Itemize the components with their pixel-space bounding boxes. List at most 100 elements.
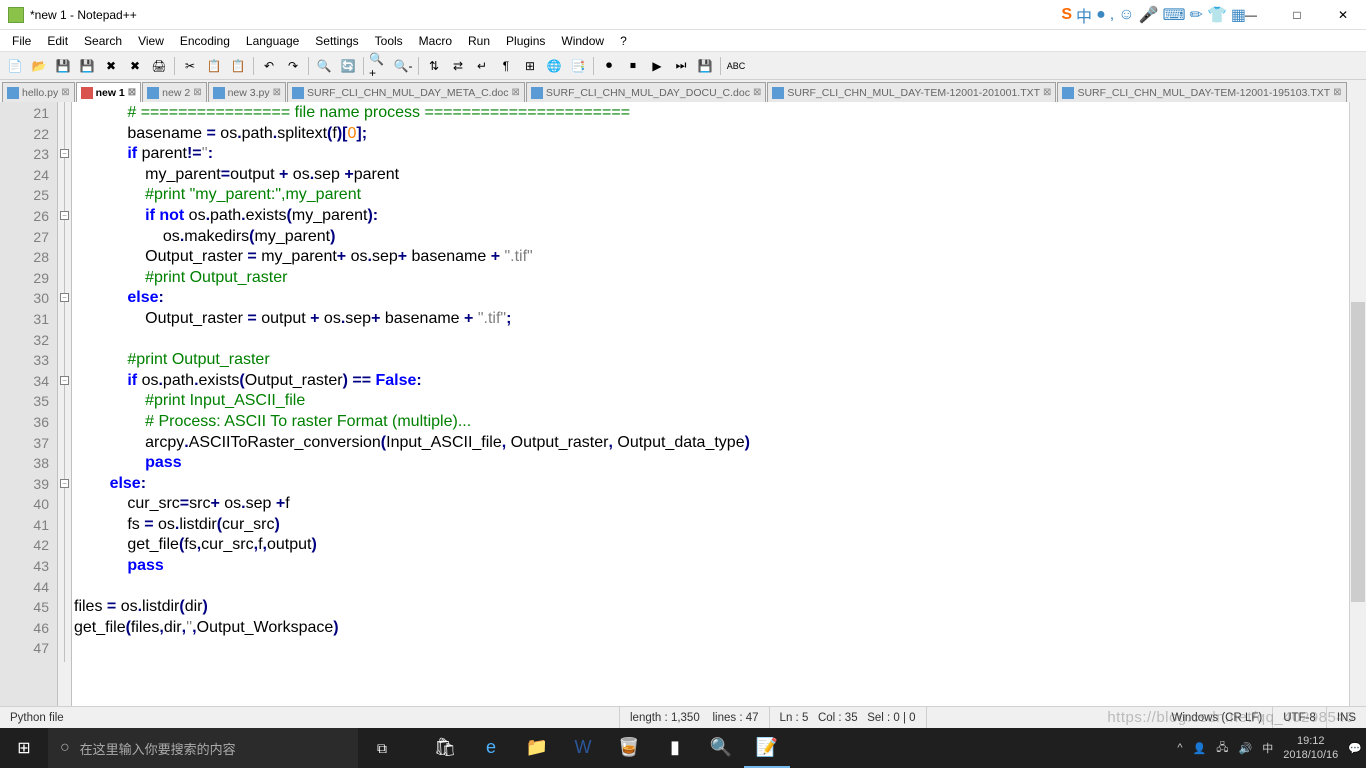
fold-toggle[interactable]: − [60,149,69,158]
redo-icon[interactable]: ↷ [282,55,304,77]
ime-icon-4[interactable]: ☺ [1118,6,1134,24]
play-macro-icon[interactable]: ▶ [646,55,668,77]
undo-icon[interactable]: ↶ [258,55,280,77]
close-all-icon[interactable]: ✖ [124,55,146,77]
tab-close-icon[interactable]: ⊠ [193,87,201,98]
maximize-button[interactable]: □ [1274,0,1320,30]
find-icon[interactable]: 🔍 [313,55,335,77]
menu-file[interactable]: File [4,32,39,50]
ime-icon-8[interactable]: 👕 [1207,5,1227,25]
fold-toggle[interactable]: − [60,293,69,302]
task-view-icon[interactable]: ⧉ [358,728,406,768]
sync-v-icon[interactable]: ⇅ [423,55,445,77]
tray-notifications-icon[interactable]: 💬 [1348,742,1362,755]
scrollbar-thumb[interactable] [1351,302,1365,602]
explorer-icon[interactable]: 📁 [514,728,560,768]
menu-window[interactable]: Window [553,32,612,50]
close-button[interactable]: ✕ [1320,0,1366,30]
vertical-scrollbar[interactable] [1349,102,1366,706]
sync-h-icon[interactable]: ⇄ [447,55,469,77]
tab[interactable]: new 1⊠ [76,82,142,102]
menu-language[interactable]: Language [238,32,307,50]
ime-icon-0[interactable]: S [1061,6,1072,24]
paste-icon[interactable]: 📋 [227,55,249,77]
code-editor[interactable]: # ================ file name process ===… [72,102,1349,706]
tray-volume-icon[interactable]: 🔊 [1239,742,1253,755]
cut-icon[interactable]: ✂ [179,55,201,77]
replace-icon[interactable]: 🔄 [337,55,359,77]
word-icon[interactable]: W [560,728,606,768]
store-icon[interactable]: 🛍 [422,728,468,768]
edge-icon[interactable]: e [468,728,514,768]
save-all-icon[interactable]: 💾 [76,55,98,77]
cmd-icon[interactable]: ▮ [652,728,698,768]
ime-icon-6[interactable]: ⌨ [1162,5,1185,25]
menu-[interactable]: ? [612,32,635,50]
menu-run[interactable]: Run [460,32,498,50]
tab[interactable]: SURF_CLI_CHN_MUL_DAY-TEM-12001-201001.TX… [767,82,1056,102]
menu-view[interactable]: View [130,32,172,50]
print-icon[interactable]: 🖨 [148,55,170,77]
taskbar-search[interactable]: ○ 在这里输入你要搜索的内容 [48,728,358,768]
notepadpp-icon[interactable]: 📝 [744,728,790,768]
ime-icon-2[interactable]: ● [1096,6,1106,24]
stop-macro-icon[interactable]: ⏹ [622,55,644,77]
fold-toggle[interactable]: − [60,211,69,220]
tray-up-icon[interactable]: ^ [1177,742,1182,754]
status-caret: Ln : 5 Col : 35 Sel : 0 | 0 [770,707,927,728]
doc-map-icon[interactable]: 📑 [567,55,589,77]
menu-settings[interactable]: Settings [307,32,366,50]
indent-guide-icon[interactable]: ⊞ [519,55,541,77]
save-macro-icon[interactable]: 💾 [694,55,716,77]
tab[interactable]: new 3.py⊠ [208,82,286,102]
ime-icon-7[interactable]: ✏ [1190,5,1203,25]
tab[interactable]: SURF_CLI_CHN_MUL_DAY_DOCU_C.doc⊠ [526,82,766,102]
fold-toggle[interactable]: − [60,479,69,488]
tab-close-icon[interactable]: ⊠ [61,87,69,98]
tab-close-icon[interactable]: ⊠ [512,87,520,98]
close-file-icon[interactable]: ✖ [100,55,122,77]
tab-close-icon[interactable]: ⊠ [128,87,136,98]
tab-close-icon[interactable]: ⊠ [273,87,281,98]
menu-edit[interactable]: Edit [39,32,76,50]
tray-people-icon[interactable]: 👤 [1193,742,1207,755]
app2-icon[interactable]: 🔍 [698,728,744,768]
tray-clock[interactable]: 19:12 2018/10/16 [1283,734,1338,762]
separator [253,57,254,75]
zoom-in-icon[interactable]: 🔍+ [368,55,390,77]
new-file-icon[interactable]: 📄 [4,55,26,77]
ln-label: Ln : [780,712,799,724]
show-chars-icon[interactable]: ¶ [495,55,517,77]
menu-encoding[interactable]: Encoding [172,32,238,50]
zoom-out-icon[interactable]: 🔍- [392,55,414,77]
ime-icon-1[interactable]: 中 [1076,3,1092,27]
ime-icon-3[interactable]: , [1110,6,1114,24]
save-icon[interactable]: 💾 [52,55,74,77]
minimize-button[interactable]: — [1228,0,1274,30]
fold-toggle[interactable]: − [60,376,69,385]
file-icon [213,87,225,99]
start-button[interactable]: ⊞ [0,728,48,768]
app1-icon[interactable]: 🥃 [606,728,652,768]
open-file-icon[interactable]: 📂 [28,55,50,77]
tab[interactable]: SURF_CLI_CHN_MUL_DAY-TEM-12001-195103.TX… [1057,82,1346,102]
tray-network-icon[interactable]: 🖧 [1216,739,1228,758]
play-multi-icon[interactable]: ⏭ [670,55,692,77]
tab-close-icon[interactable]: ⊠ [1043,87,1051,98]
menu-macro[interactable]: Macro [411,32,460,50]
lang-icon[interactable]: 🌐 [543,55,565,77]
wordwrap-icon[interactable]: ↵ [471,55,493,77]
tab-close-icon[interactable]: ⊠ [1333,87,1341,98]
menu-search[interactable]: Search [76,32,130,50]
tab[interactable]: new 2⊠ [142,82,206,102]
tab[interactable]: hello.py⊠ [2,82,75,102]
menu-plugins[interactable]: Plugins [498,32,553,50]
record-macro-icon[interactable]: ⏺ [598,55,620,77]
tab[interactable]: SURF_CLI_CHN_MUL_DAY_META_C.doc⊠ [287,82,525,102]
spellcheck-icon[interactable]: ABC [725,55,747,77]
tray-ime-icon[interactable]: 中 [1262,740,1273,756]
copy-icon[interactable]: 📋 [203,55,225,77]
tab-close-icon[interactable]: ⊠ [753,87,761,98]
menu-tools[interactable]: Tools [367,32,411,50]
ime-icon-5[interactable]: 🎤 [1139,5,1159,25]
